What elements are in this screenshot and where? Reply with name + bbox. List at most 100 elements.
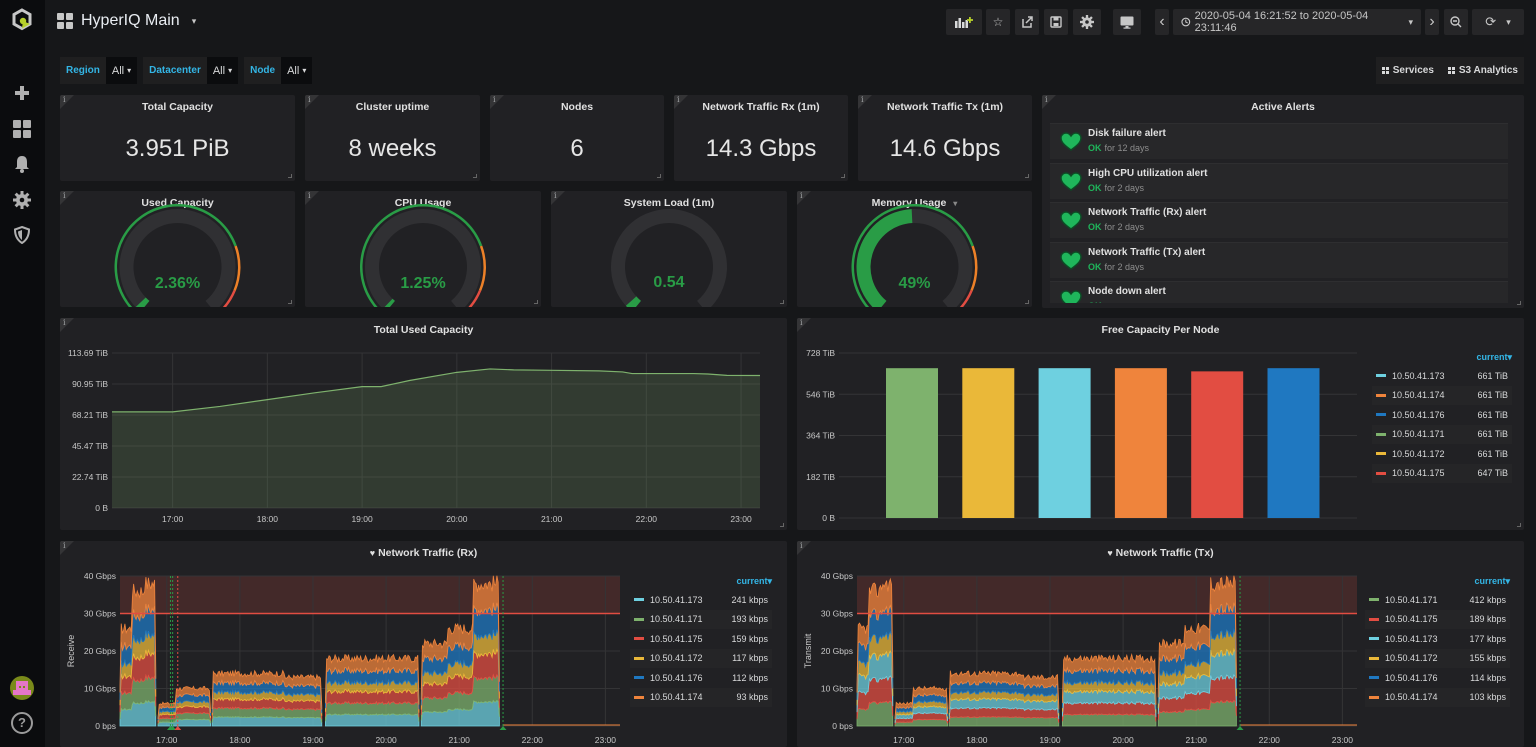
resize-handle[interactable]	[780, 300, 784, 304]
legend-item[interactable]: 10.50.41.174 661 TiB	[1372, 385, 1512, 405]
help-icon[interactable]: ?	[11, 712, 33, 734]
time-range-forward-button[interactable]: ›	[1425, 9, 1439, 35]
legend-swatch[interactable]	[1376, 413, 1386, 417]
legend-swatch[interactable]	[1376, 393, 1386, 397]
legend-swatch[interactable]	[1369, 598, 1379, 602]
legend-series-name[interactable]: 10.50.41.171	[650, 614, 731, 624]
gear-icon[interactable]	[11, 189, 33, 211]
legend-sort-current[interactable]: current▾	[630, 576, 772, 590]
legend-item[interactable]: 10.50.41.176 114 kbps	[1365, 668, 1510, 688]
variable-region-select[interactable]: All ▾	[105, 57, 138, 84]
resize-handle[interactable]	[473, 174, 477, 178]
alert-item[interactable]: Network Traffic (Tx) alert OK for 2 days	[1050, 241, 1508, 278]
legend-swatch[interactable]	[1369, 637, 1379, 641]
link-s3-analytics[interactable]: S3 Analytics	[1447, 65, 1518, 76]
resize-handle[interactable]	[841, 174, 845, 178]
alert-name[interactable]: High CPU utilization alert	[1088, 168, 1207, 179]
legend-swatch[interactable]	[634, 656, 644, 660]
legend-swatch[interactable]	[634, 637, 644, 641]
dashboard-title-picker[interactable]: HyperIQ Main ▾	[57, 12, 196, 30]
alert-name[interactable]: Node down alert	[1088, 286, 1166, 297]
save-button[interactable]	[1044, 9, 1068, 35]
legend-series-name[interactable]: 10.50.41.176	[1385, 673, 1470, 683]
panel-title[interactable]: Cluster uptime	[305, 101, 480, 113]
resize-handle[interactable]	[780, 523, 784, 527]
alert-item[interactable]: Node down alert OK	[1050, 281, 1508, 303]
resize-handle[interactable]	[1517, 301, 1521, 305]
total-used-capacity-chart[interactable]: 0 B 22.74 TiB 45.47 TiB 68.21 TiB 90.95 TiB 1…	[60, 318, 787, 530]
legend-swatch[interactable]	[1376, 374, 1386, 378]
legend-swatch[interactable]	[1376, 432, 1386, 436]
legend-item[interactable]: 10.50.41.172 155 kbps	[1365, 648, 1510, 668]
legend-swatch[interactable]	[634, 695, 644, 699]
legend-swatch[interactable]	[1376, 452, 1386, 456]
panel-title[interactable]: Active Alerts	[1042, 101, 1524, 113]
legend-series-name[interactable]: 10.50.41.175	[1392, 468, 1477, 478]
legend-series-name[interactable]: 10.50.41.174	[650, 692, 736, 702]
legend-item[interactable]: 10.50.41.173 661 TiB	[1372, 366, 1512, 386]
legend-swatch[interactable]	[634, 676, 644, 680]
legend-item[interactable]: 10.50.41.175 159 kbps	[630, 629, 772, 649]
dashboard-settings-button[interactable]	[1073, 9, 1101, 35]
legend-series-name[interactable]: 10.50.41.173	[650, 595, 731, 605]
legend-item[interactable]: 10.50.41.175 647 TiB	[1372, 463, 1512, 483]
legend-swatch[interactable]	[1369, 617, 1379, 621]
panel-title[interactable]: Network Traffic Rx (1m)	[674, 101, 848, 113]
legend-swatch[interactable]	[1376, 471, 1386, 475]
legend-sort-current[interactable]: current▾	[1372, 352, 1512, 366]
star-button[interactable]: ☆	[986, 9, 1010, 35]
share-button[interactable]	[1015, 9, 1039, 35]
legend-series-name[interactable]: 10.50.41.175	[1385, 614, 1469, 624]
variable-datacenter-select[interactable]: All ▾	[206, 57, 239, 84]
legend-series-name[interactable]: 10.50.41.174	[1385, 692, 1469, 702]
bell-icon[interactable]	[11, 153, 33, 175]
legend-swatch[interactable]	[1369, 695, 1379, 699]
refresh-button[interactable]: ⟳ ▾	[1472, 9, 1524, 35]
legend-swatch[interactable]	[1369, 676, 1379, 680]
legend-item[interactable]: 10.50.41.174 93 kbps	[630, 687, 772, 707]
legend-series-name[interactable]: 10.50.41.172	[1385, 653, 1469, 663]
legend-item[interactable]: 10.50.41.175 189 kbps	[1365, 609, 1510, 629]
zoom-out-button[interactable]	[1444, 9, 1468, 35]
link-services[interactable]: Services	[1381, 65, 1434, 76]
legend-sort-current[interactable]: current▾	[1365, 576, 1510, 590]
alert-item[interactable]: Network Traffic (Rx) alert OK for 2 days	[1050, 202, 1508, 238]
legend-series-name[interactable]: 10.50.41.176	[1392, 410, 1477, 420]
legend-series-name[interactable]: 10.50.41.174	[1392, 390, 1477, 400]
legend-item[interactable]: 10.50.41.173 177 kbps	[1365, 629, 1510, 649]
legend-series-name[interactable]: 10.50.41.173	[1385, 634, 1469, 644]
legend-item[interactable]: 10.50.41.171 412 kbps	[1365, 590, 1510, 610]
legend-swatch[interactable]	[634, 617, 644, 621]
legend-series-name[interactable]: 10.50.41.176	[650, 673, 732, 683]
legend-item[interactable]: 10.50.41.174 103 kbps	[1365, 687, 1510, 707]
panel-title[interactable]: Nodes	[490, 101, 664, 113]
app-logo-icon[interactable]	[9, 7, 35, 33]
legend-item[interactable]: 10.50.41.176 112 kbps	[630, 668, 772, 688]
variable-node-select[interactable]: All ▾	[281, 57, 313, 84]
shield-icon[interactable]	[11, 224, 33, 246]
resize-handle[interactable]	[534, 300, 538, 304]
legend-swatch[interactable]	[1369, 656, 1379, 660]
alert-name[interactable]: Disk failure alert	[1088, 128, 1166, 139]
panel-title[interactable]: Network Traffic Tx (1m)	[858, 101, 1032, 113]
resize-handle[interactable]	[1025, 300, 1029, 304]
time-range-back-button[interactable]: ‹	[1155, 9, 1169, 35]
legend-item[interactable]: 10.50.41.172 117 kbps	[630, 648, 772, 668]
legend-item[interactable]: 10.50.41.171 661 TiB	[1372, 424, 1512, 444]
alert-name[interactable]: Network Traffic (Rx) alert	[1088, 207, 1206, 218]
dashboards-grid-icon[interactable]	[11, 118, 33, 140]
resize-handle[interactable]	[1025, 174, 1029, 178]
network-tx-chart[interactable]: 0 bps 10 Gbps 20 Gbps 30 Gbps 40 Gbps 17:00 18…	[797, 541, 1367, 747]
resize-handle[interactable]	[657, 174, 661, 178]
legend-series-name[interactable]: 10.50.41.173	[1392, 371, 1477, 381]
panel-title[interactable]: Total Capacity	[60, 101, 295, 113]
add-panel-button[interactable]	[946, 9, 982, 35]
legend-item[interactable]: 10.50.41.171 193 kbps	[630, 609, 772, 629]
user-avatar[interactable]	[10, 676, 34, 700]
resize-handle[interactable]	[288, 174, 292, 178]
legend-swatch[interactable]	[634, 598, 644, 602]
legend-series-name[interactable]: 10.50.41.172	[1392, 449, 1477, 459]
legend-item[interactable]: 10.50.41.173 241 kbps	[630, 590, 772, 610]
time-range-picker[interactable]: 2020-05-04 16:21:52 to 2020-05-04 23:11:…	[1173, 9, 1421, 35]
free-capacity-bar-chart[interactable]: 0 B 182 TiB 364 TiB 546 TiB 728 TiB	[797, 318, 1357, 530]
